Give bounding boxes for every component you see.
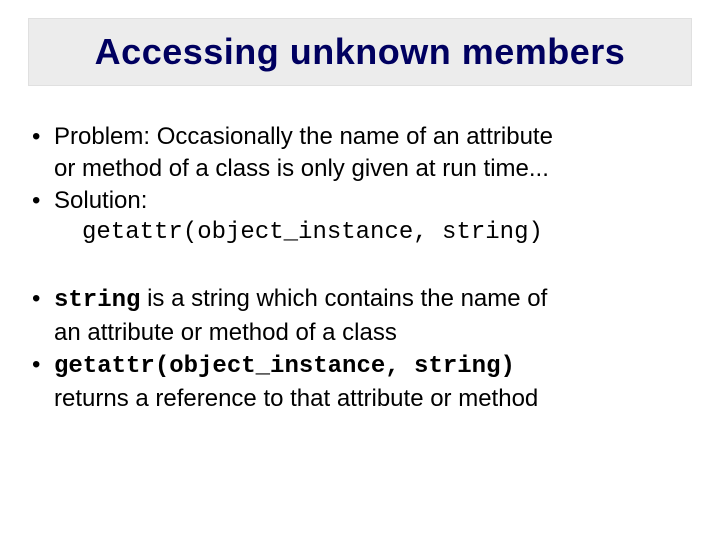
bullet-problem: Problem: Occasionally the name of an att…: [28, 122, 692, 152]
bullet-string-desc: string is a string which contains the na…: [28, 284, 692, 316]
bullet-problem-line1: Problem: Occasionally the name of an att…: [54, 123, 553, 150]
bullet-getattr-line2: returns a reference to that attribute or…: [28, 384, 692, 414]
bullet-group-2: string is a string which contains the na…: [28, 284, 692, 414]
bullet-getattr-desc: getattr(object_instance, string): [28, 350, 692, 382]
code-string: string: [54, 287, 140, 314]
bullet-string-rest: is a string which contains the name of: [140, 285, 547, 312]
bullet-solution-label: Solution:: [54, 187, 147, 214]
slide: Accessing unknown members Problem: Occas…: [0, 0, 720, 540]
solution-code: getattr(object_instance, string): [28, 218, 692, 248]
slide-title: Accessing unknown members: [49, 31, 671, 73]
code-getattr: getattr(object_instance, string): [54, 353, 515, 380]
slide-content: Problem: Occasionally the name of an att…: [28, 122, 692, 414]
bullet-group-1: Problem: Occasionally the name of an att…: [28, 122, 692, 248]
bullet-problem-line2: or method of a class is only given at ru…: [28, 154, 692, 184]
title-container: Accessing unknown members: [28, 18, 692, 86]
bullet-solution: Solution:: [28, 186, 692, 216]
bullet-string-line2: an attribute or method of a class: [28, 318, 692, 348]
